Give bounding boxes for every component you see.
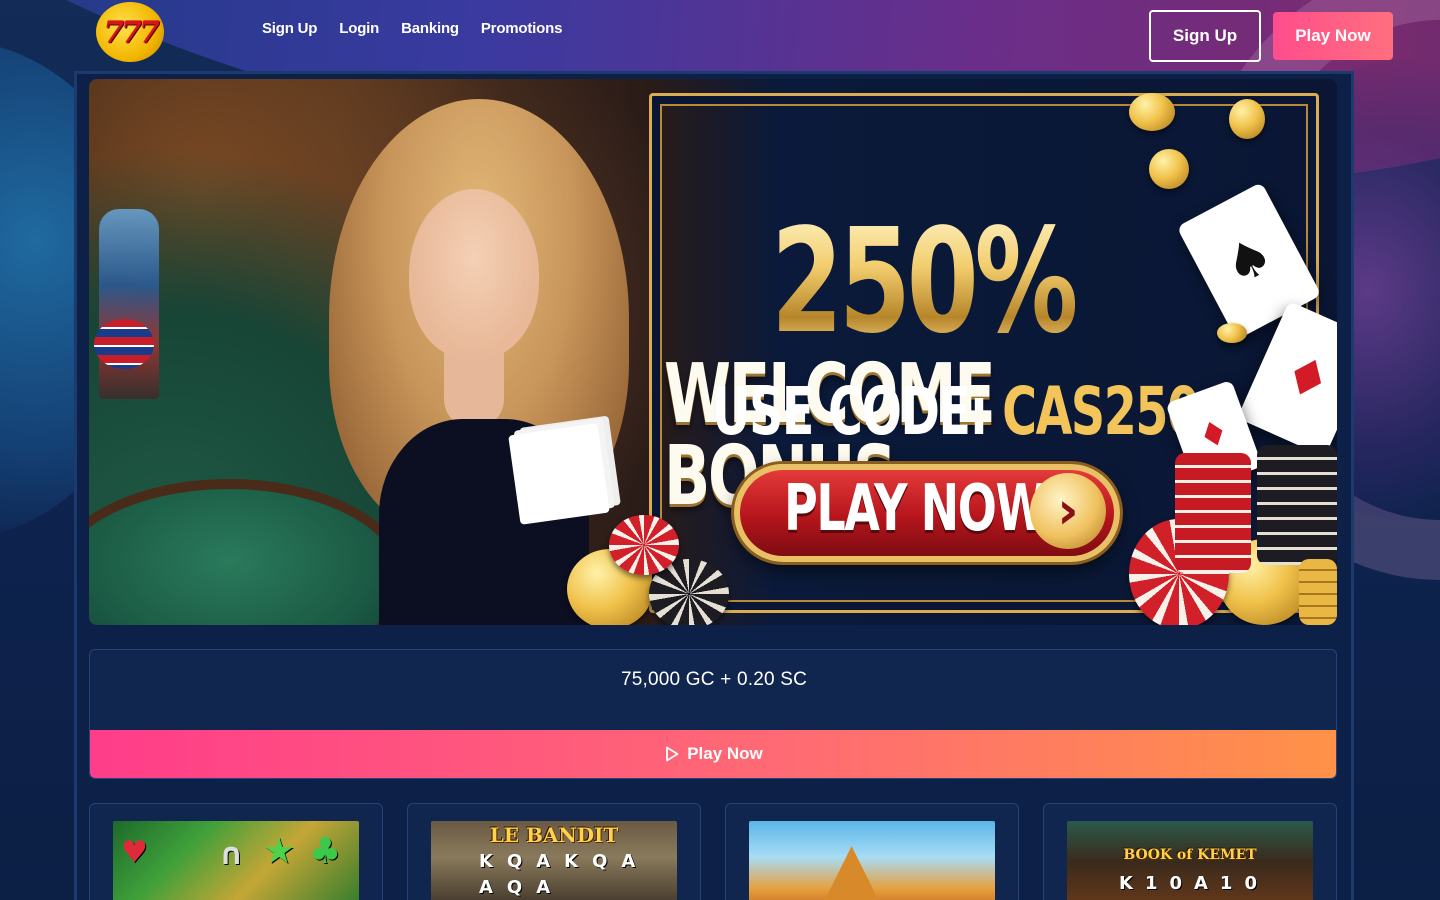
nav-promotions[interactable]: Promotions <box>481 20 563 37</box>
clover-symbol-icon: ♣ <box>309 831 342 872</box>
nav-login[interactable]: Login <box>339 20 379 37</box>
sign-up-button[interactable]: Sign Up <box>1149 10 1261 62</box>
promo-code-line: USE CODE: CAS250 <box>712 379 1200 445</box>
pyramid-icon: ▲ <box>817 821 887 900</box>
book-of-kemet-slot-thumbnail[interactable]: BOOK of KEMET K10A10 <box>1067 821 1313 900</box>
horseshoe-symbol-icon: ∩ <box>219 837 244 872</box>
chevron-right-icon: › <box>1030 473 1106 549</box>
gold-coin <box>1149 149 1189 189</box>
star-symbol-icon: ★ <box>263 831 296 872</box>
gold-coin <box>1229 99 1265 139</box>
gold-coin <box>1129 93 1175 131</box>
game-card[interactable]: LE BANDIT KQAKQA AQA <box>407 803 701 900</box>
games-grid: ♥ ∩ ★ ♣ LE BANDIT KQAKQA AQA ▲ BOOK of K… <box>89 803 1337 900</box>
game-card[interactable]: ▲ <box>725 803 1019 900</box>
neck-shape <box>444 349 504 429</box>
offer-card: 75,000 GC + 0.20 SC Play Now <box>89 649 1337 779</box>
hero-banner[interactable]: 250% WELCOME BONUS USE CODE: CAS250 PLAY… <box>89 79 1337 625</box>
main-nav: Sign Up Login Banking Promotions <box>262 20 562 37</box>
reel-symbols: KQAKQA <box>479 851 650 872</box>
offer-play-now-button[interactable]: Play Now <box>90 730 1336 778</box>
game-card[interactable]: ♥ ∩ ★ ♣ <box>89 803 383 900</box>
site-logo[interactable]: 777 <box>96 2 164 62</box>
game-title: LE BANDIT <box>489 823 619 847</box>
banner-play-now-label: PLAY NOW <box>784 472 1046 546</box>
nav-banking[interactable]: Banking <box>401 20 459 37</box>
nav-sign-up[interactable]: Sign Up <box>262 20 317 37</box>
gold-coin <box>1217 323 1247 343</box>
le-bandit-slot-thumbnail[interactable]: LE BANDIT KQAKQA AQA <box>431 821 677 900</box>
chip-stack <box>1257 445 1337 565</box>
play-icon <box>665 746 679 762</box>
chip-stack-image <box>94 319 154 369</box>
site-header: 777 Sign Up Login Banking Promotions Sig… <box>0 0 1440 72</box>
face-shape <box>409 189 539 359</box>
game-card[interactable]: BOOK of KEMET K10A10 <box>1043 803 1337 900</box>
poker-chip <box>609 515 679 575</box>
slot-machine-image <box>99 209 159 399</box>
coin-stack <box>1299 559 1337 625</box>
reel-symbols: K10A10 <box>1119 873 1269 894</box>
offer-play-now-label: Play Now <box>687 744 763 763</box>
heart-symbol-icon: ♥ <box>121 835 148 870</box>
chip-stack <box>1175 453 1251 573</box>
offer-amount: 75,000 GC + 0.20 SC <box>621 669 807 690</box>
playing-cards-image <box>508 423 610 525</box>
reel-symbols: AQA <box>479 877 565 898</box>
promo-code-prefix: USE CODE: <box>712 373 988 450</box>
leprechaun-slot-thumbnail[interactable]: ♥ ∩ ★ ♣ <box>113 821 359 900</box>
header-play-now-button[interactable]: Play Now <box>1273 12 1393 60</box>
bonus-percent-heading: 250% <box>771 209 1174 353</box>
ufo-pyramid-slot-thumbnail[interactable]: ▲ <box>749 821 995 900</box>
game-title: BOOK of KEMET <box>1123 847 1257 863</box>
